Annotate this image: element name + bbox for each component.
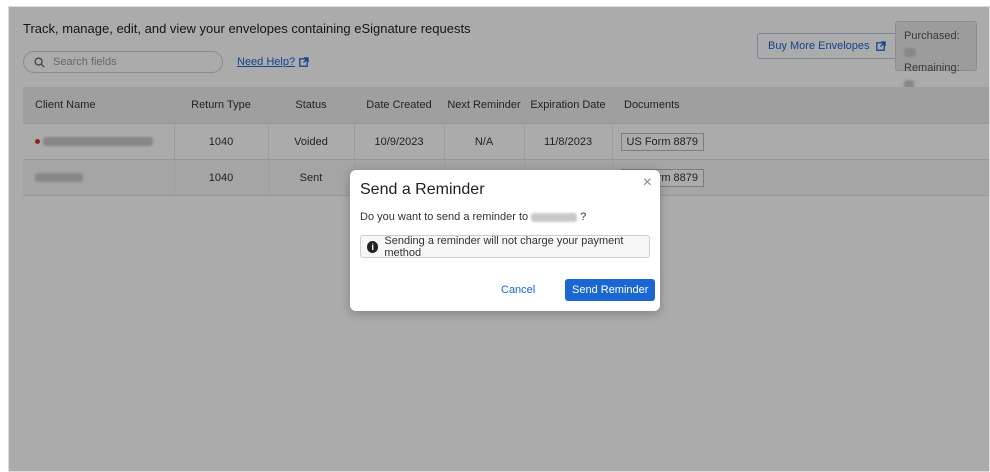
cancel-button[interactable]: Cancel bbox=[501, 284, 535, 296]
send-reminder-dialog: Send a Reminder × Do you want to send a … bbox=[350, 170, 660, 311]
recipient-name-redacted bbox=[531, 212, 578, 222]
close-icon[interactable]: × bbox=[643, 174, 652, 192]
info-notice: i Sending a reminder will not charge you… bbox=[360, 234, 650, 259]
question-suffix: ? bbox=[580, 211, 587, 223]
info-icon: i bbox=[367, 240, 379, 253]
envelopes-page: Track, manage, edit, and view your envel… bbox=[8, 6, 990, 472]
info-text: Sending a reminder will not charge your … bbox=[384, 234, 624, 259]
dialog-question: Do you want to send a reminder to ? bbox=[360, 211, 586, 223]
question-prefix: Do you want to send a reminder to bbox=[360, 211, 529, 223]
dialog-title: Send a Reminder bbox=[360, 181, 485, 198]
send-reminder-button[interactable]: Send Reminder bbox=[565, 279, 656, 301]
